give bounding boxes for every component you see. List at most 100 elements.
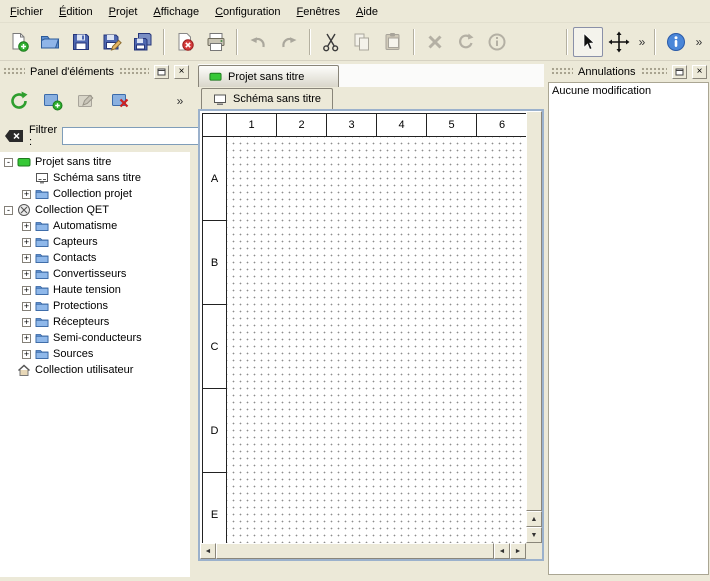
folder-icon [35,315,49,329]
expander-icon[interactable]: + [22,190,31,199]
edit-element-icon [76,90,98,112]
column-header: 5 [427,114,477,136]
filter-input[interactable] [62,127,212,145]
menu-affichage[interactable]: Affichage [145,2,207,21]
menu-projet[interactable]: Projet [101,2,146,21]
float-dock-button[interactable] [672,65,687,79]
float-dock-button[interactable] [154,65,169,79]
expander-icon[interactable]: + [22,334,31,343]
tree-item-schema[interactable]: Schéma sans titre [0,170,190,186]
workspace: Projet sans titre Schéma sans titre 1 2 … [192,62,548,581]
schema-subwindow: 1 2 3 4 5 6 A B C D E [198,109,544,561]
delete-selection-button [420,27,450,57]
home-icon [17,363,31,377]
toolbar-overflow-chevron[interactable]: » [635,35,649,49]
close-file-button[interactable] [170,27,200,57]
tree-item-label: Protections [53,300,108,312]
toolbar-separator [309,29,311,55]
tree-item-label: Sources [53,348,93,360]
folder-icon [35,347,49,361]
menu-edition[interactable]: Édition [51,2,101,21]
tab-schema-sans-titre[interactable]: Schéma sans titre [201,88,333,109]
diagram-canvas[interactable] [227,137,526,543]
reload-collections-button[interactable] [5,87,33,115]
tree-item-sources[interactable]: + Sources [0,346,190,362]
pan-tool-button[interactable] [604,27,634,57]
column-header: 3 [327,114,377,136]
close-dock-button[interactable]: × [692,65,707,79]
scroll-left-button-2[interactable]: ◄ [494,543,510,559]
open-file-button[interactable] [35,27,65,57]
delete-x-icon [424,31,446,53]
tree-item-label: Collection projet [53,188,132,200]
clear-filter-button[interactable] [4,128,24,144]
scrollbar-corner [526,543,542,559]
select-tool-button[interactable] [573,27,603,57]
tree-item-recepteurs[interactable]: + Récepteurs [0,314,190,330]
dock-grip [641,67,668,76]
expander-icon[interactable]: + [22,302,31,311]
expander-icon[interactable]: - [4,158,13,167]
scroll-right-button[interactable]: ► [510,543,526,559]
tree-item-automatisme[interactable]: + Automatisme [0,218,190,234]
new-file-button[interactable] [4,27,34,57]
expander-icon[interactable]: + [22,318,31,327]
tree-item-label: Contacts [53,252,96,264]
cut-button[interactable] [316,27,346,57]
tree-item-collection-qet[interactable]: - Collection QET [0,202,190,218]
new-file-icon [8,31,30,53]
delete-element-button[interactable] [107,87,135,115]
info-icon [486,31,508,53]
new-element-button[interactable] [39,87,67,115]
toolbar-overflow-chevron-2[interactable]: » [692,35,706,49]
tree-item-label: Collection QET [35,204,109,216]
menu-fenetres[interactable]: Fenêtres [289,2,348,21]
tree-item-capteurs[interactable]: + Capteurs [0,234,190,250]
expander-icon[interactable]: + [22,286,31,295]
save-as-button[interactable] [97,27,127,57]
menu-configuration[interactable]: Configuration [207,2,288,21]
tree-item-label: Automatisme [53,220,117,232]
close-dock-button[interactable]: × [174,65,189,79]
expander-icon[interactable]: + [22,270,31,279]
filter-label: Filtrer : [29,124,57,148]
elements-panel-titlebar[interactable]: Panel d'éléments × [0,62,192,81]
tree-item-contacts[interactable]: + Contacts [0,250,190,266]
tree-item-protections[interactable]: + Protections [0,298,190,314]
open-folder-icon [39,31,61,53]
expander-icon[interactable]: + [22,254,31,263]
menu-aide[interactable]: Aide [348,2,386,21]
row-header: B [203,221,226,305]
vertical-scrollbar-thumb[interactable] [526,111,542,511]
close-file-icon [174,31,196,53]
help-info-button[interactable] [661,27,691,57]
horizontal-scrollbar-thumb[interactable] [216,543,494,559]
expander-icon[interactable]: + [22,222,31,231]
save-icon [70,31,92,53]
scroll-down-button[interactable]: ▼ [526,527,542,543]
tree-item-semi-conducteurs[interactable]: + Semi-conducteurs [0,330,190,346]
tree-item-collection-projet[interactable]: + Collection projet [0,186,190,202]
print-button[interactable] [201,27,231,57]
undo-button [243,27,273,57]
folder-icon [35,235,49,249]
save-all-button[interactable] [128,27,158,57]
undo-dock-titlebar[interactable]: Annulations × [548,62,710,81]
column-header: 2 [277,114,327,136]
tree-item-collection-utilisateur[interactable]: Collection utilisateur [0,362,190,378]
save-button[interactable] [66,27,96,57]
panel-overflow-chevron[interactable]: » [173,94,187,108]
tree-item-convertisseurs[interactable]: + Convertisseurs [0,266,190,282]
folder-icon [35,331,49,345]
expander-icon[interactable]: + [22,350,31,359]
scroll-up-button[interactable]: ▲ [526,511,542,527]
column-header: 1 [227,114,277,136]
expander-icon[interactable]: + [22,238,31,247]
menu-fichier[interactable]: Fichier [2,2,51,21]
toolbar-separator [566,29,568,55]
tree-item-haute-tension[interactable]: + Haute tension [0,282,190,298]
tab-projet-sans-titre[interactable]: Projet sans titre [198,65,339,87]
expander-icon[interactable]: - [4,206,13,215]
scroll-left-button[interactable]: ◄ [200,543,216,559]
tree-item-project[interactable]: - Projet sans titre [0,154,190,170]
